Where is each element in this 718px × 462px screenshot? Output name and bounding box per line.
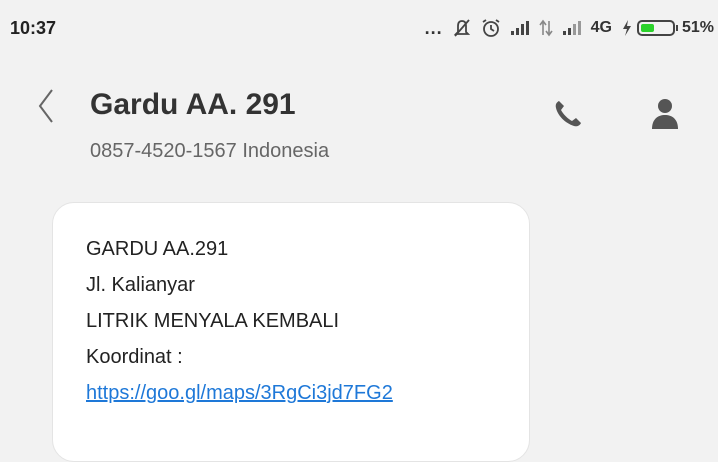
data-transfer-icon bbox=[538, 19, 553, 37]
alarm-icon bbox=[481, 18, 501, 38]
contact-name: Gardu AA. 291 bbox=[90, 88, 296, 121]
status-time: 10:37 bbox=[10, 18, 57, 38]
maps-link[interactable]: https://goo.gl/maps/3RgCi3jd7FG2 bbox=[86, 382, 393, 404]
contact-number: 0857-4520-1567 Indonesia bbox=[90, 140, 330, 162]
more-notifications-icon: ... bbox=[424, 17, 443, 38]
contact-profile-button[interactable] bbox=[648, 96, 682, 130]
battery-tip bbox=[675, 25, 678, 31]
signal-icon bbox=[510, 20, 530, 36]
message-line: LITRIK MENYALA KEMBALI bbox=[86, 310, 340, 332]
message-line: GARDU AA.291 bbox=[86, 238, 229, 260]
message-line: Jl. Kalianyar bbox=[86, 274, 195, 296]
battery-percent: 51% bbox=[681, 19, 714, 36]
conversation-header: Gardu AA. 291 0857-4520-1567 Indonesia bbox=[0, 56, 718, 190]
signal-icon bbox=[562, 20, 582, 36]
person-icon bbox=[652, 99, 678, 129]
battery-level bbox=[640, 24, 655, 32]
status-icons: ... 4G 51% bbox=[425, 14, 714, 42]
mute-icon bbox=[452, 18, 472, 38]
charging-icon bbox=[622, 20, 631, 36]
call-button[interactable] bbox=[552, 98, 584, 130]
message-thread: GARDU AA.291 Jl. Kalianyar LITRIK MENYAL… bbox=[0, 190, 718, 462]
phone-icon bbox=[555, 101, 581, 127]
message-line: Koordinat : bbox=[86, 346, 183, 368]
chevron-left-icon bbox=[38, 89, 53, 123]
message-bubble[interactable]: GARDU AA.291 Jl. Kalianyar LITRIK MENYAL… bbox=[52, 202, 530, 462]
back-button[interactable] bbox=[34, 86, 58, 126]
battery-indicator: 51% bbox=[621, 19, 714, 37]
message-text: GARDU AA.291 Jl. Kalianyar LITRIK MENYAL… bbox=[86, 231, 393, 411]
status-bar: 10:37 ... 4G 51% bbox=[0, 0, 718, 56]
network-type: 4G bbox=[590, 19, 612, 36]
battery-icon bbox=[636, 20, 675, 36]
